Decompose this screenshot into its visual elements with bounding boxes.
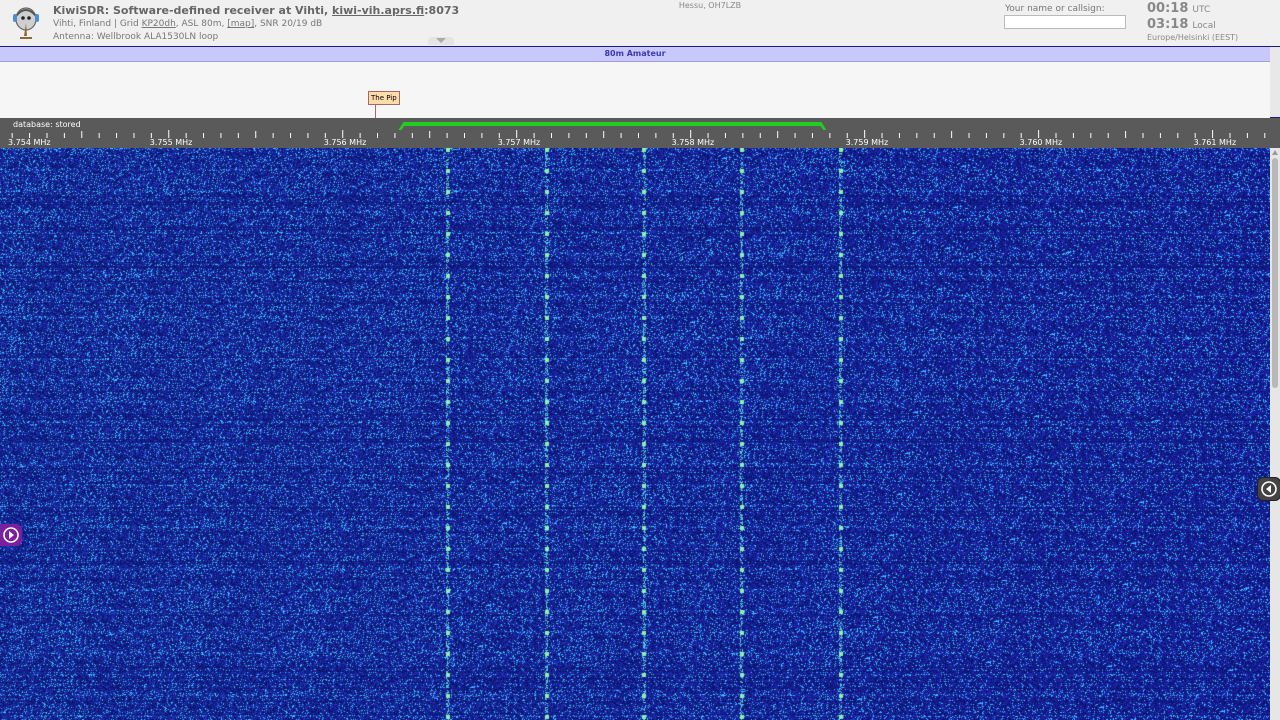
host-link[interactable]: kiwi-vih.aprs.fi: [332, 4, 424, 17]
waterfall-display[interactable]: [0, 148, 1270, 720]
scrollbar-thumb[interactable]: [1272, 158, 1278, 388]
waterfall-scrollbar[interactable]: [1270, 148, 1280, 720]
top-header-bar: KiwiSDR: Software-defined receiver at Vi…: [0, 0, 1280, 46]
station-info: Vihti, Finland | Grid KP20dh, ASL 80m, […: [53, 19, 322, 29]
collapse-panel-right-icon: [1261, 481, 1277, 497]
snr-text: , SNR 20/19 dB: [254, 19, 323, 29]
frequency-label: 3.756 MHz: [323, 138, 367, 147]
frequency-scale[interactable]: database: stored 3.754 MHz 3.755 MHz 3.756…: [0, 118, 1280, 148]
utc-clock: 00:18 UTC: [1147, 1, 1210, 16]
asl-text: , ASL 80m,: [175, 19, 228, 29]
callsign-input[interactable]: [1004, 15, 1126, 29]
dx-label-area: [0, 62, 1270, 118]
frequency-label: 3.754 MHz: [8, 138, 51, 147]
band-label: 80m Amateur: [604, 49, 666, 58]
expand-panel-left-button[interactable]: [0, 524, 22, 546]
local-label: Local: [1192, 21, 1216, 31]
owner-text: Hessu, OH7LZB: [678, 1, 742, 10]
waterfall-canvas[interactable]: [0, 148, 1270, 720]
frequency-label: 3.755 MHz: [149, 138, 193, 147]
grid-link[interactable]: KP20dh: [142, 19, 176, 29]
utc-time: 00:18: [1147, 1, 1189, 16]
local-time: 03:18: [1147, 17, 1189, 32]
utc-label: UTC: [1192, 5, 1211, 15]
scroll-up-icon[interactable]: [1272, 150, 1278, 155]
frequency-label: 3.759 MHz: [845, 138, 889, 147]
chevron-down-icon: [436, 38, 446, 43]
frequency-label: 3.757 MHz: [497, 138, 541, 147]
kiwi-bird-logo-icon[interactable]: [8, 2, 44, 42]
collapse-panel-right-button[interactable]: [1257, 477, 1280, 501]
band-bar[interactable]: 80m Amateur: [0, 47, 1270, 62]
frequency-label: 3.760 MHz: [1019, 138, 1063, 147]
dx-label-the-pip[interactable]: The Pip: [368, 91, 400, 105]
expand-header-button[interactable]: [428, 37, 454, 45]
page-title: KiwiSDR: Software-defined receiver at Vi…: [53, 4, 459, 17]
top-scrollbar[interactable]: [1270, 47, 1280, 117]
location-text: Vihti, Finland | Grid: [53, 19, 142, 29]
timezone-label: Europe/Helsinki (EEST): [1147, 33, 1239, 42]
antenna-info: Antenna: Wellbrook ALA1530LN loop: [53, 32, 219, 42]
map-link[interactable]: [map]: [227, 19, 254, 29]
expand-panel-left-icon: [3, 527, 19, 543]
title-text: KiwiSDR: Software-defined receiver at Vi…: [53, 4, 333, 17]
frequency-label: 3.761 MHz: [1193, 138, 1237, 147]
passband-shape[interactable]: [398, 122, 827, 130]
database-label: database: stored: [13, 120, 81, 129]
frequency-label: 3.758 MHz: [671, 138, 715, 147]
callsign-label: Your name or callsign:: [1005, 4, 1105, 14]
port-text: :8073: [424, 4, 460, 17]
local-clock: 03:18 Local: [1147, 17, 1216, 32]
